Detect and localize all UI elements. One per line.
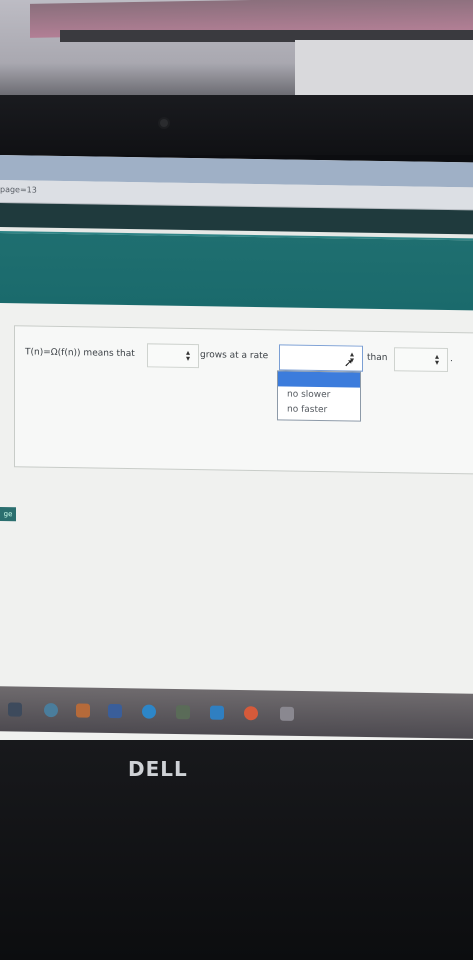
dropdown-option-no-faster[interactable]: no faster	[287, 405, 327, 416]
word-icon[interactable]	[108, 703, 122, 719]
site-banner	[0, 231, 473, 313]
app-icon[interactable]	[76, 703, 90, 718]
webcam	[160, 119, 168, 127]
edge-icon[interactable]	[142, 704, 156, 719]
question-text-part1: T(n)=Ω(f(n)) means that	[25, 347, 135, 360]
monitor-bezel-bottom	[0, 740, 473, 960]
dell-logo: DELL	[128, 757, 188, 781]
question-panel: T(n)=Ω(f(n)) means that ▴ ▾ grows at a ra…	[14, 325, 473, 475]
dropdown-option-blank[interactable]	[278, 371, 360, 388]
blank-3-select[interactable]: ▴ ▾	[394, 347, 448, 373]
select-arrows-icon: ▴ ▾	[185, 347, 190, 363]
continue-button[interactable]: ge	[0, 507, 16, 522]
question-text-part3: than	[367, 352, 388, 364]
chrome-icon[interactable]	[244, 706, 258, 721]
monitor-bezel-top	[0, 95, 473, 155]
mail-icon[interactable]	[210, 705, 224, 720]
dropdown-option-no-slower[interactable]: no slower	[287, 390, 330, 401]
question-period: .	[450, 354, 453, 365]
dropdown-menu[interactable]: no slower no faster	[277, 370, 361, 422]
select-arrows-icon: ▴ ▾	[434, 351, 439, 367]
taskbar	[0, 686, 473, 739]
start-icon[interactable]	[8, 702, 22, 717]
file-explorer-icon[interactable]	[176, 705, 190, 720]
mouse-pointer-icon: ➚	[344, 356, 354, 370]
background-wall	[295, 40, 473, 100]
tray-icon[interactable]	[280, 706, 294, 721]
blank-1-select[interactable]: ▴ ▾	[147, 343, 199, 369]
search-icon[interactable]	[44, 702, 58, 718]
address-text: page=13	[0, 185, 37, 195]
question-text-part2: grows at a rate	[200, 350, 269, 362]
browser-screen: page=13 T(n)=Ω(f(n)) means that ▴ ▾ grows…	[0, 155, 473, 758]
